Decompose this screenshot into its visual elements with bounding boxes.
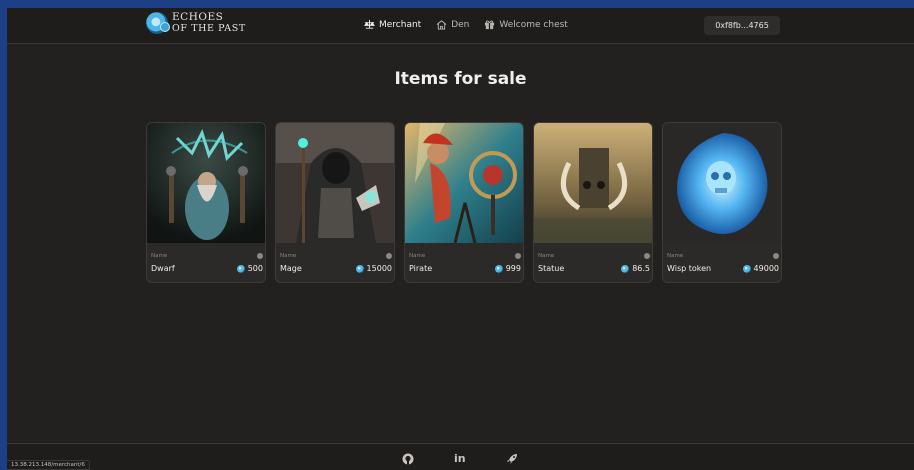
item-field-label: Name [151, 253, 168, 259]
item-price: 49000 [742, 264, 779, 273]
nav-merchant-label: Merchant [379, 19, 422, 30]
item-name: Pirate [409, 264, 433, 273]
logo-icon [146, 12, 170, 34]
item-name: Mage [280, 264, 302, 273]
nav-welcome-chest-label: Welcome chest [499, 19, 568, 30]
item-card-statue[interactable]: Name Statue 86.5 [533, 122, 653, 283]
nav-den[interactable]: Den [436, 19, 469, 30]
wallet-address-button[interactable]: 0xf8fb...4765 [704, 16, 780, 35]
top-header: ECHOES OF THE PAST Merchant Den Welcome … [7, 8, 914, 44]
item-name: Statue [538, 264, 565, 273]
item-image-statue [534, 123, 652, 243]
item-price-value: 15000 [366, 264, 392, 273]
item-price: 15000 [355, 264, 392, 273]
app-window: ECHOES OF THE PAST Merchant Den Welcome … [7, 8, 914, 470]
items-grid: Name Dwarf 500 Name Mage 15000 Name Pira… [146, 122, 782, 283]
item-image-pirate [405, 123, 523, 243]
logo-line2: OF THE PAST [172, 23, 246, 34]
item-price: 86.5 [621, 264, 650, 273]
item-name: Wisp token [667, 264, 712, 273]
item-image-wisp-token [663, 123, 781, 243]
currency-icon [515, 253, 521, 259]
item-field-label: Name [667, 253, 684, 259]
logo-line1: ECHOES [172, 11, 224, 23]
item-field-label: Name [538, 253, 555, 259]
item-image-dwarf [147, 123, 265, 243]
item-price-value: 500 [247, 264, 263, 273]
item-meta: Name Statue 86.5 [534, 243, 652, 282]
item-meta: Name Pirate 999 [405, 243, 523, 282]
item-price-value: 86.5 [632, 264, 650, 273]
item-price-value: 49000 [753, 264, 779, 273]
status-url: 13.38.213.148/merchant/6 [7, 460, 90, 470]
nav-merchant[interactable]: Merchant [364, 19, 421, 30]
scale-icon [364, 19, 375, 29]
coin-icon [494, 264, 503, 273]
coin-icon [355, 264, 364, 273]
logo[interactable]: ECHOES OF THE PAST [146, 12, 246, 34]
nav-welcome-chest[interactable]: Welcome chest [484, 19, 568, 30]
coin-icon [236, 264, 245, 273]
item-price-value: 999 [505, 264, 521, 273]
coin-icon [742, 264, 751, 273]
item-meta: Name Wisp token 49000 [663, 243, 781, 282]
rocket-icon[interactable] [506, 453, 518, 465]
item-price: 500 [236, 264, 263, 273]
github-icon[interactable] [402, 453, 414, 465]
footer-links: in [402, 452, 518, 465]
coin-icon [621, 264, 630, 273]
item-card-mage[interactable]: Name Mage 15000 [275, 122, 395, 283]
currency-icon [386, 253, 392, 259]
currency-icon [644, 253, 650, 259]
currency-icon [773, 253, 779, 259]
item-meta: Name Mage 15000 [276, 243, 394, 282]
window-left-frame [0, 0, 7, 470]
item-field-label: Name [280, 253, 297, 259]
item-price: 999 [494, 264, 521, 273]
item-name: Dwarf [151, 264, 175, 273]
currency-icon [257, 253, 263, 259]
item-card-wisp-token[interactable]: Name Wisp token 49000 [662, 122, 782, 283]
gift-icon [485, 20, 495, 30]
footer: in [7, 443, 914, 470]
house-icon [436, 20, 447, 30]
item-image-mage [276, 123, 394, 243]
item-field-label: Name [409, 253, 426, 259]
logo-text: ECHOES OF THE PAST [172, 11, 246, 35]
page-title: Items for sale [394, 69, 527, 89]
main-nav: Merchant Den Welcome chest [364, 19, 568, 30]
item-meta: Name Dwarf 500 [147, 243, 265, 282]
linkedin-icon[interactable]: in [454, 452, 466, 465]
nav-den-label: Den [451, 19, 470, 30]
item-card-dwarf[interactable]: Name Dwarf 500 [146, 122, 266, 283]
window-top-frame [0, 0, 914, 8]
item-card-pirate[interactable]: Name Pirate 999 [404, 122, 524, 283]
